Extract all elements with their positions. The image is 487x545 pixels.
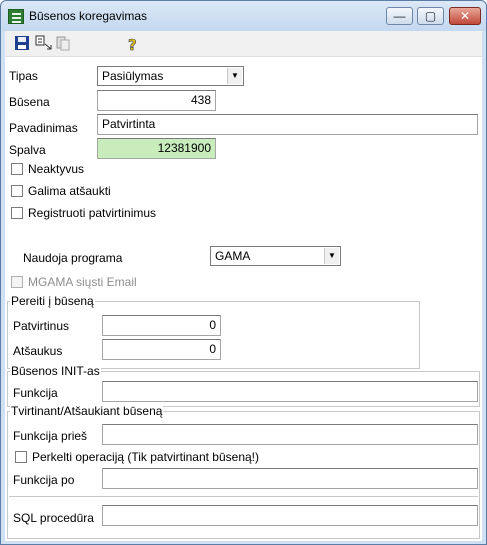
funkcija-pries-label: Funkcija prieš (13, 429, 88, 443)
form-area: ? Tipas Pasiūlymas ▼ Būsena 438 Pavadini… (5, 31, 482, 541)
perkelti-checkbox[interactable] (15, 451, 27, 463)
maximize-button[interactable]: ▢ (417, 7, 444, 25)
patvirtinus-field[interactable]: 0 (102, 315, 221, 336)
galima-atsaukti-checkbox[interactable] (11, 185, 23, 197)
atsaukus-field[interactable]: 0 (102, 339, 221, 360)
busena-field[interactable]: 438 (97, 90, 216, 111)
tipas-select[interactable]: Pasiūlymas ▼ (97, 66, 244, 86)
funkcija-po-label: Funkcija po (13, 473, 75, 487)
funkcija-pries-field[interactable] (102, 424, 478, 445)
title-bar[interactable]: Būsenos koregavimas — ▢ ✕ (1, 1, 486, 31)
chevron-down-icon[interactable]: ▼ (324, 248, 339, 264)
chevron-down-icon[interactable]: ▼ (227, 68, 242, 84)
neaktyvus-label: Neaktyvus (28, 162, 85, 176)
spalva-field[interactable]: 12381900 (97, 138, 216, 159)
spalva-label: Spalva (9, 143, 46, 157)
funkcija-field[interactable] (102, 381, 478, 402)
naudoja-programa-value: GAMA (215, 249, 251, 263)
app-icon (8, 9, 24, 24)
perkelti-label: Perkelti operaciją (Tik patvirtinant būs… (32, 450, 259, 464)
paste-icon[interactable] (55, 35, 73, 53)
registruoti-checkbox[interactable] (11, 207, 23, 219)
pereiti-group-title: Pereiti į būseną (10, 294, 95, 308)
sql-label: SQL procedūra (13, 511, 94, 525)
tipas-value: Pasiūlymas (102, 69, 164, 83)
naudoja-programa-select[interactable]: GAMA ▼ (210, 246, 341, 266)
minimize-button[interactable]: — (386, 7, 413, 25)
save-icon[interactable] (14, 35, 32, 53)
help-icon[interactable]: ? (125, 35, 143, 55)
neaktyvus-checkbox[interactable] (11, 163, 23, 175)
tipas-label: Tipas (9, 69, 38, 83)
mgama-email-label: MGAMA siųsti Email (28, 275, 137, 289)
funkcija-label: Funkcija (13, 386, 58, 400)
copy-format-icon[interactable] (35, 35, 53, 53)
pavadinimas-field[interactable]: Patvirtinta (97, 114, 478, 135)
atsaukus-label: Atšaukus (13, 344, 63, 358)
divider (9, 496, 478, 497)
window: Būsenos koregavimas — ▢ ✕ ? Tipas Pasiūl… (0, 0, 487, 545)
svg-text:?: ? (128, 36, 137, 53)
close-button[interactable]: ✕ (449, 7, 481, 25)
funkcija-po-field[interactable] (102, 468, 478, 489)
toolbar: ? (5, 31, 482, 57)
pavadinimas-label: Pavadinimas (9, 121, 78, 135)
patvirtinus-label: Patvirtinus (13, 319, 70, 333)
mgama-email-checkbox (11, 276, 23, 288)
tvirtinant-group-title: Tvirtinant/Atšaukiant būseną (10, 404, 164, 418)
init-group-title: Būsenos INIT-as (10, 364, 101, 378)
busena-label: Būsena (9, 95, 50, 109)
window-title: Būsenos koregavimas (29, 9, 148, 23)
sql-field[interactable] (102, 505, 478, 526)
registruoti-label: Registruoti patvirtinimus (28, 206, 157, 220)
galima-atsaukti-label: Galima atšaukti (28, 184, 111, 198)
naudoja-programa-label: Naudoja programa (23, 251, 123, 265)
